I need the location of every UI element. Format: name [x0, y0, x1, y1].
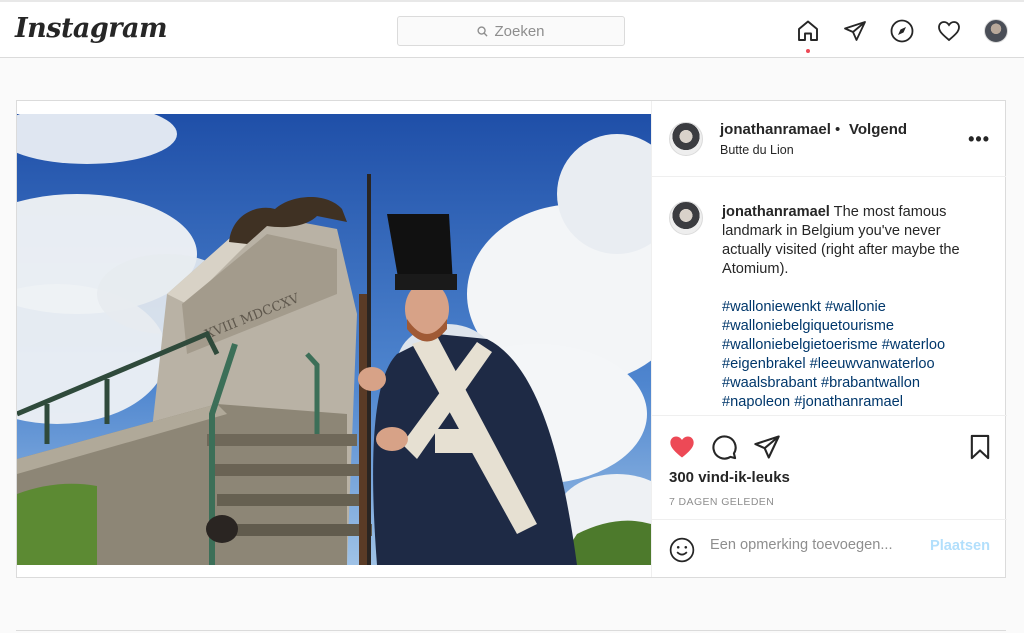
- compass-icon: [890, 19, 914, 43]
- post-side-panel: jonathanramael • Volgend Butte du Lion •…: [651, 101, 1007, 577]
- following-button[interactable]: Volgend: [849, 121, 907, 138]
- explore-button[interactable]: [887, 16, 917, 46]
- post-comment-button[interactable]: Plaatsen: [930, 538, 990, 554]
- paper-plane-icon: [754, 435, 780, 459]
- author-username[interactable]: jonathanramael: [720, 121, 831, 138]
- author-avatar[interactable]: [669, 122, 703, 156]
- home-icon: [798, 20, 818, 41]
- hashtag-line[interactable]: #waalsbrabant #brabantwallon: [722, 374, 994, 393]
- post-photo[interactable]: XVIII MDCCXV: [17, 114, 651, 565]
- top-navigation-bar: Instagram Zoeken: [0, 0, 1024, 58]
- home-button[interactable]: [793, 16, 823, 53]
- hashtag-line[interactable]: #napoleon #jonathanramael: [722, 393, 994, 412]
- share-button[interactable]: [753, 433, 781, 461]
- next-post-border: [16, 630, 1006, 631]
- caption-author-avatar[interactable]: [669, 201, 703, 235]
- search-icon: [477, 25, 489, 37]
- post-card: XVIII MDCCXV jonathanramael • Volgend Bu…: [16, 100, 1007, 578]
- hashtag-line[interactable]: #walloniebelgiquetourisme: [722, 317, 994, 336]
- more-options-button[interactable]: •••: [968, 129, 990, 150]
- instagram-logo[interactable]: Instagram: [15, 13, 168, 44]
- bookmark-icon: [970, 434, 990, 460]
- hashtag-line[interactable]: #eigenbrakel #leeuwvanwaterloo: [722, 355, 994, 374]
- comment-button[interactable]: [710, 433, 738, 461]
- search-box[interactable]: Zoeken: [397, 16, 625, 46]
- paper-plane-icon: [844, 21, 866, 41]
- save-button[interactable]: [966, 433, 994, 461]
- comment-bubble-icon: [712, 435, 737, 460]
- heart-filled-icon: [670, 436, 694, 458]
- post-caption: jonathanramael The most famous landmark …: [722, 203, 994, 412]
- comment-input[interactable]: [710, 537, 920, 553]
- post-timestamp[interactable]: 7 DAGEN GELEDEN: [669, 496, 774, 508]
- add-comment-bar: Plaatsen: [652, 519, 1007, 577]
- separator-dot: •: [835, 121, 841, 138]
- like-button[interactable]: [668, 433, 696, 461]
- caption-username[interactable]: jonathanramael: [722, 204, 830, 220]
- emoji-icon[interactable]: [669, 537, 695, 563]
- photo-soldier-butte-du-lion: XVIII MDCCXV: [17, 114, 651, 565]
- post-actions: 300 vind-ik-leuks 7 DAGEN GELEDEN: [652, 415, 1007, 519]
- profile-button[interactable]: [981, 16, 1011, 46]
- activity-button[interactable]: [934, 16, 964, 46]
- search-placeholder: Zoeken: [494, 22, 545, 40]
- post-header: jonathanramael • Volgend Butte du Lion •…: [652, 101, 1006, 177]
- notification-dot: [806, 49, 810, 53]
- likes-count[interactable]: 300 vind-ik-leuks: [669, 469, 790, 486]
- hashtag-line[interactable]: #walloniewenkt #wallonie: [722, 298, 994, 317]
- heart-icon: [938, 21, 960, 42]
- direct-button[interactable]: [840, 16, 870, 46]
- post-location[interactable]: Butte du Lion: [720, 143, 794, 157]
- hashtag-line[interactable]: #walloniebelgietoerisme #waterloo: [722, 336, 994, 355]
- profile-avatar: [984, 19, 1008, 43]
- hashtags: #walloniewenkt #wallonie #walloniebelgiq…: [722, 298, 994, 412]
- comments-area[interactable]: jonathanramael The most famous landmark …: [652, 177, 1007, 415]
